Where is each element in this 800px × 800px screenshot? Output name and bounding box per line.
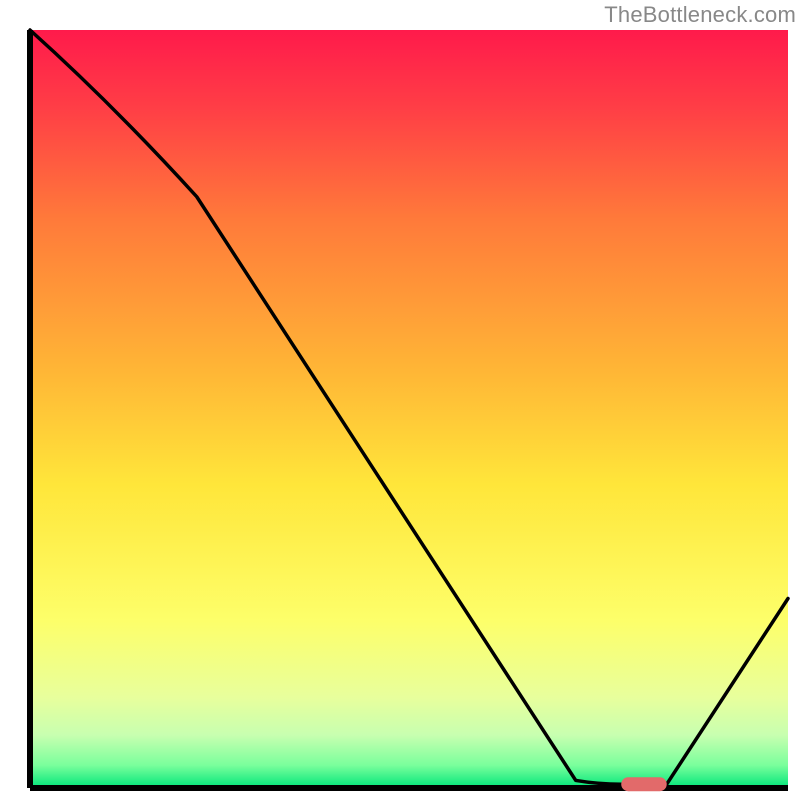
chart-root: TheBottleneck.com [0,0,800,800]
chart-svg [0,0,800,800]
watermark-text: TheBottleneck.com [604,2,796,28]
optimal-range-marker [621,777,666,791]
plot-background [30,30,788,788]
